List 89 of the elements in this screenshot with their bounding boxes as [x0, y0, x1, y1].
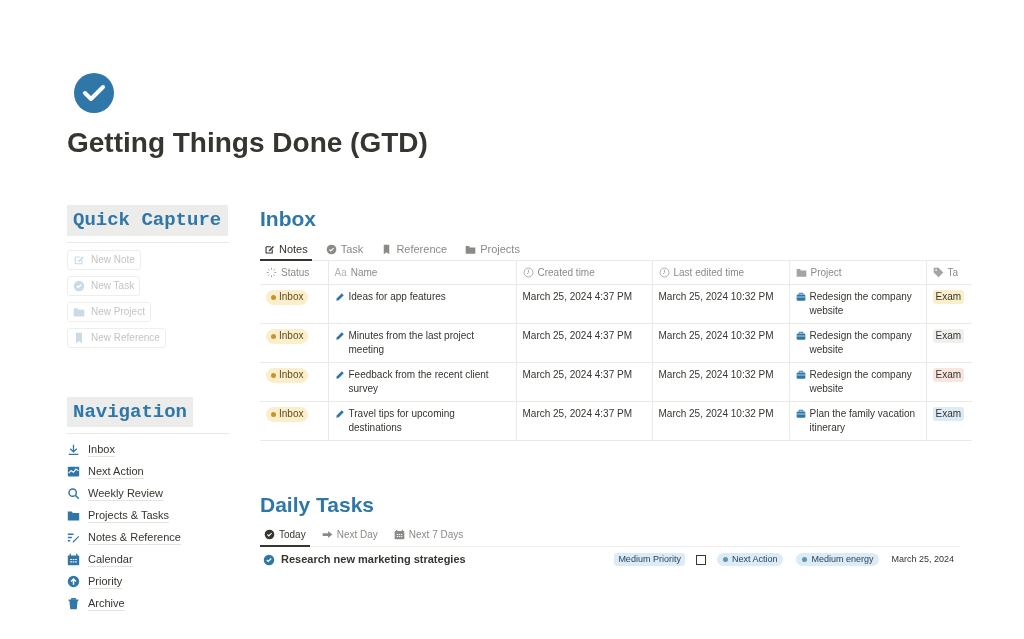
note-link[interactable]: Feedback from the recent client survey	[348, 367, 510, 396]
table-cell: March 25, 2024 4:37 PM	[522, 407, 632, 419]
priority-tag: Medium Priority	[614, 552, 685, 567]
column-header: Name	[350, 265, 378, 280]
table-cell: March 25, 2024 10:32 PM	[658, 368, 774, 380]
project-link[interactable]: Redesign the company website	[809, 328, 920, 357]
tab[interactable]: Task	[321, 239, 368, 261]
folder-icon	[465, 243, 477, 255]
section-heading: Navigation	[67, 396, 194, 427]
trash-icon	[67, 596, 80, 610]
download-icon	[67, 442, 80, 456]
tag-badge: Exam	[932, 406, 965, 421]
folder-icon	[795, 266, 807, 278]
briefcase-icon	[795, 408, 806, 419]
nav-link[interactable]: Notes & Reference	[88, 529, 181, 545]
tag-badge: Exam	[932, 289, 965, 304]
section-heading: Daily Tasks	[260, 491, 375, 518]
task-link[interactable]: Research new marketing strategies	[281, 551, 466, 568]
section-heading: Inbox	[260, 206, 317, 232]
calendar-icon	[67, 552, 80, 566]
column-header: Status	[281, 265, 310, 280]
project-link[interactable]: Plan the family vacation itinerary	[809, 406, 920, 435]
briefcase-icon	[795, 291, 806, 302]
table-cell: March 25, 2024 4:37 PM	[522, 368, 632, 380]
check-circle-icon	[73, 279, 85, 292]
column-header: Project	[810, 265, 842, 280]
tab[interactable]: Reference	[377, 239, 452, 261]
pencil-icon	[334, 408, 345, 419]
checkbox[interactable]	[695, 554, 706, 565]
note-link[interactable]: Ideas for app features	[348, 289, 446, 304]
text-type-icon: Aa	[334, 264, 347, 280]
tag-icon	[932, 266, 944, 278]
folder-icon	[67, 508, 80, 522]
nav-link[interactable]: Weekly Review	[88, 485, 163, 501]
column-header: Last edited time	[673, 265, 745, 280]
check-circle-icon	[74, 73, 114, 113]
check-circle-icon	[263, 553, 275, 566]
status-tag: Next Action	[716, 552, 784, 567]
clock-icon	[658, 266, 670, 278]
page-title: Getting Things Done (GTD)	[67, 126, 429, 160]
note-link[interactable]: Minutes from the last project meeting	[348, 328, 510, 357]
chart-icon	[67, 464, 80, 478]
clock-icon	[522, 266, 534, 278]
arrow-icon	[321, 529, 333, 540]
section-heading: Quick Capture	[67, 205, 228, 236]
status-badge: Inbox	[266, 289, 309, 305]
status-badge: Inbox	[266, 406, 309, 422]
status-tag: Medium energy	[796, 552, 880, 567]
tab[interactable]: Next 7 Days	[389, 524, 468, 547]
edit-icon	[73, 253, 85, 266]
table-cell: March 25, 2024 10:32 PM	[658, 290, 774, 302]
table-cell: March 25, 2024 10:32 PM	[658, 329, 774, 341]
tab[interactable]: Next Day	[317, 524, 382, 547]
column-header: Created time	[537, 265, 595, 280]
column-header: Ta	[947, 265, 959, 280]
nav-link[interactable]: Next Action	[88, 463, 144, 479]
check-circle-icon	[325, 243, 337, 255]
tab[interactable]: Today	[260, 524, 310, 547]
folder-icon	[73, 305, 85, 318]
nav-link[interactable]: Inbox	[88, 441, 115, 457]
tag-badge: Exam	[932, 328, 965, 343]
pencil-icon	[334, 369, 345, 380]
pencil-icon	[334, 330, 345, 341]
nav-link[interactable]: Priority	[88, 573, 123, 589]
table-cell: March 25, 2024 4:37 PM	[522, 290, 632, 302]
loading-icon	[266, 266, 277, 278]
briefcase-icon	[795, 369, 806, 380]
status-badge: Inbox	[266, 328, 309, 344]
table-cell: March 25, 2024 10:32 PM	[658, 407, 774, 419]
pencil-icon	[334, 291, 345, 302]
table-cell: March 25, 2024 4:37 PM	[522, 329, 632, 341]
nav-link[interactable]: Archive	[88, 595, 125, 611]
project-link[interactable]: Redesign the company website	[809, 289, 920, 318]
edit-icon	[264, 243, 275, 255]
check-circle-icon	[264, 529, 275, 540]
status-badge: Inbox	[266, 367, 309, 383]
search-icon	[67, 486, 80, 500]
bookmark-icon	[73, 331, 85, 344]
date-text: March 25, 2024	[891, 552, 954, 566]
briefcase-icon	[795, 330, 806, 341]
tab[interactable]: Projects	[461, 239, 524, 261]
tag-badge: Exam	[932, 367, 965, 382]
nav-link[interactable]: Projects & Tasks	[88, 507, 170, 523]
calendar-icon	[393, 529, 405, 540]
project-link[interactable]: Redesign the company website	[809, 367, 920, 396]
note-link[interactable]: Travel tips for upcoming destinations	[348, 406, 510, 435]
tab[interactable]: Notes	[260, 239, 312, 261]
nav-link[interactable]: Calendar	[88, 551, 133, 567]
up-arrow-icon	[67, 574, 80, 588]
